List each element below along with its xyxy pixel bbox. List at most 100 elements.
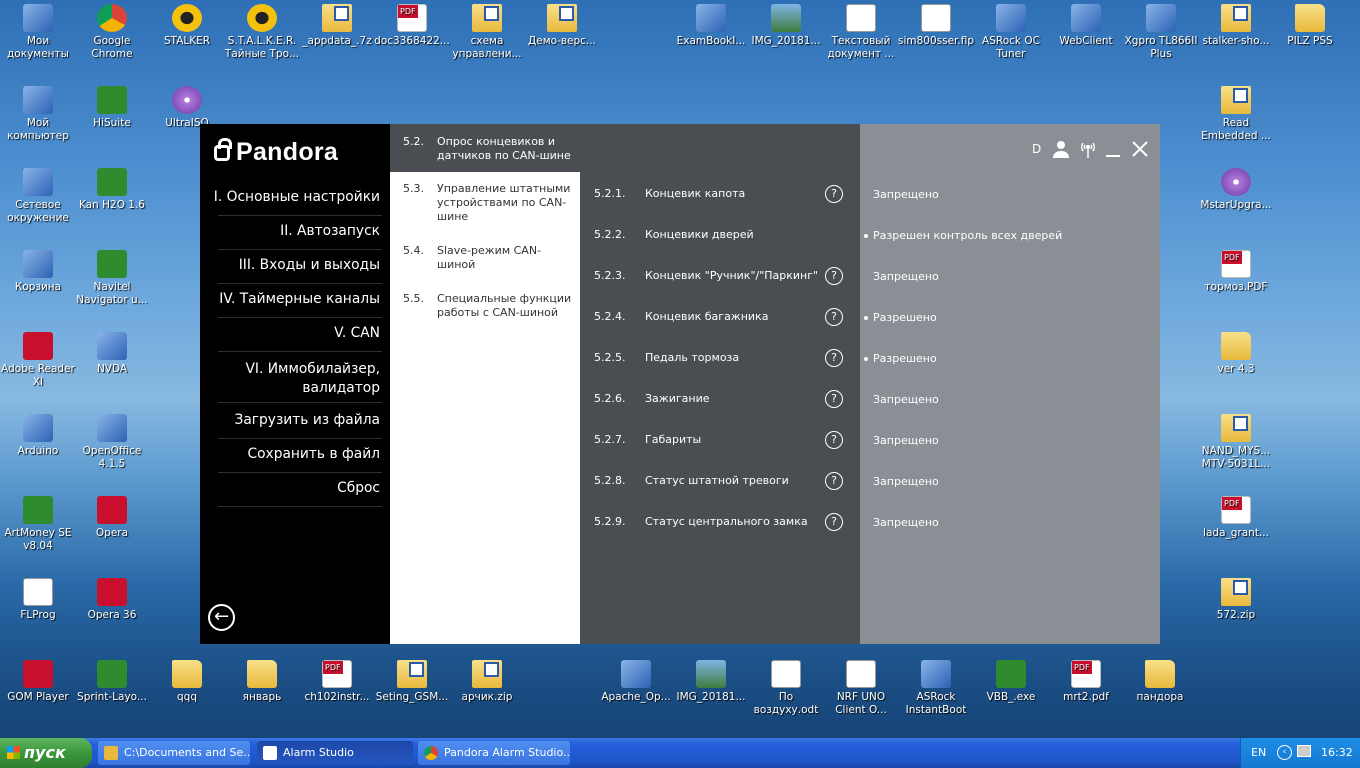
desktop-icon[interactable]: Xgpro TL866II Plus [1123,0,1199,80]
desktop-icon[interactable]: ExamBookI... [673,0,749,80]
menu-item-9[interactable]: Сброс [337,479,380,498]
menu-item-3[interactable]: III. Входы и выходы [239,256,380,275]
desktop-icon[interactable]: 572.zip [1198,574,1274,654]
desktop-icon[interactable]: Apache_Op... [598,656,674,736]
minimize-icon[interactable] [1105,140,1121,158]
param-value[interactable]: Запрещено [873,434,939,447]
desktop-icon[interactable]: NAND_MYS... MTV-5031L... [1198,410,1274,490]
desktop-icon[interactable]: арчик.zip [449,656,525,736]
param-value[interactable]: Разрешено [873,352,937,365]
menu-item-7[interactable]: Загрузить из файла [234,411,380,430]
clock[interactable]: 16:32 [1321,746,1353,759]
desktop-icon[interactable]: PILZ PSS [1272,0,1348,80]
desktop-icon[interactable]: Демо-верс... [524,0,600,80]
desktop-icon[interactable]: FLProg [0,574,76,654]
menu-item-6[interactable]: VI. Иммобилайзер, валидатор [230,360,380,398]
help-icon[interactable]: ? [825,185,843,203]
desktop-icon[interactable]: тормоз.PDF [1198,246,1274,326]
desktop-icon[interactable]: IMG_20181... [748,0,824,80]
param-value[interactable]: Разрешено [873,311,937,324]
desktop-icon[interactable]: Kan H2O 1.6 [74,164,150,244]
desktop-icon[interactable]: VBB_.exe [973,656,1049,736]
desktop-icon[interactable]: Мой компьютер [0,82,76,162]
tray-monitor-icon[interactable] [1297,745,1311,757]
desktop-icon[interactable]: Navitel Navigator u... [74,246,150,326]
taskbar-button[interactable]: Pandora Alarm Studio... [418,741,570,765]
menu-item-8[interactable]: Сохранить в файл [247,445,380,464]
desktop-icon[interactable]: Opera 36 [74,574,150,654]
desktop-icon[interactable]: ASRock InstantBoot [898,656,974,736]
desktop-icon[interactable]: ver 4.3 [1198,328,1274,408]
param-value[interactable]: Запрещено [873,188,939,201]
desktop-icon[interactable]: STALKER [149,0,225,80]
desktop-icon[interactable]: mrt2.pdf [1048,656,1124,736]
desktop-icon-label: Opera [95,527,129,539]
desktop-icon[interactable]: Google Chrome [74,0,150,80]
taskbar-button[interactable]: C:\Documents and Se... [98,741,250,765]
desktop-icon[interactable]: S.T.A.L.K.E.R. Тайные Тро... [224,0,300,80]
desktop-icon-label: WebClient [1059,35,1113,47]
close-icon[interactable] [1131,140,1149,158]
desktop-icon[interactable]: Adobe Reader XI [0,328,76,408]
help-icon[interactable]: ? [825,308,843,326]
user-icon[interactable] [1052,140,1070,158]
desktop-icon[interactable]: NRF UNO Client O... [823,656,899,736]
mode-indicator[interactable]: D [1032,142,1041,156]
help-icon[interactable]: ? [825,472,843,490]
desktop-icon[interactable]: ArtMoney SE v8.04 [0,492,76,572]
desktop-icon[interactable]: ASRock OC Tuner [973,0,1049,80]
back-arrow-icon[interactable]: ← [208,604,235,631]
menu-divider [218,351,382,352]
desktop-icon[interactable]: Seting_GSM... [374,656,450,736]
desktop-icon[interactable]: NVDA [74,328,150,408]
desktop-icon[interactable]: stalker-sho... [1198,0,1274,80]
help-icon[interactable]: ? [825,513,843,531]
help-icon[interactable]: ? [825,390,843,408]
taskbar-button[interactable]: Alarm Studio [257,741,413,765]
help-icon[interactable]: ? [825,431,843,449]
menu-item-1[interactable]: I. Основные настройки [214,188,380,207]
desktop-icon[interactable]: Сетевое окружение [0,164,76,244]
desktop-icon[interactable]: doc3368422... [374,0,450,80]
desktop-icon[interactable]: Arduino [0,410,76,490]
tray-arrow-icon[interactable]: ‹ [1277,745,1292,760]
desktop-icon[interactable]: январь [224,656,300,736]
desktop-icon[interactable]: OpenOffice 4.1.5 [74,410,150,490]
param-value[interactable]: Запрещено [873,393,939,406]
help-icon[interactable]: ? [825,349,843,367]
desktop-icon[interactable]: IMG_20181... [673,656,749,736]
taskbar-button-label: Pandora Alarm Studio... [444,746,570,759]
param-value[interactable]: Запрещено [873,270,939,283]
language-indicator[interactable]: EN [1251,746,1266,759]
desktop-icon[interactable]: Мои документы [0,0,76,80]
desktop-icon[interactable]: WebClient [1048,0,1124,80]
desktop-icon[interactable]: qqq [149,656,225,736]
desktop-icon[interactable]: По воздуху.odt [748,656,824,736]
desktop-icon[interactable]: GOM Player [0,656,76,736]
desktop-icon[interactable]: Текстовый документ ... [823,0,899,80]
start-button[interactable]: пуск [0,738,92,768]
connection-icon[interactable] [1079,140,1097,158]
desktop-icon[interactable]: lada_grant... [1198,492,1274,572]
desktop-icon[interactable]: MstarUpgra... [1198,164,1274,244]
menu-item-2[interactable]: II. Автозапуск [280,222,380,241]
disc-icon [1221,168,1251,196]
desktop-icon[interactable]: Opera [74,492,150,572]
desktop-icon[interactable]: sim800sser.flp [898,0,974,80]
desktop-icon[interactable]: Sprint-Layo... [74,656,150,736]
param-value[interactable]: Разрешен контроль всех дверей [873,229,1062,242]
desktop-icon[interactable]: схема управлени... [449,0,525,80]
desktop-icon[interactable]: Read Embedded ... [1198,82,1274,162]
desktop-icon[interactable]: HiSuite [74,82,150,162]
desktop-icon[interactable]: _appdata_.7z [299,0,375,80]
param-value[interactable]: Запрещено [873,475,939,488]
menu-item-4[interactable]: IV. Таймерные каналы [219,290,380,309]
menu-item-5[interactable]: V. CAN [334,324,380,343]
param-value[interactable]: Запрещено [873,516,939,529]
current-section-header: 5.2. Опрос концевиков и датчиков по CAN-… [390,124,580,172]
desktop-icon[interactable]: ch102instr... [299,656,375,736]
help-icon[interactable]: ? [825,267,843,285]
desktop-icon[interactable]: Корзина [0,246,76,326]
desktop-icon[interactable]: пандора [1122,656,1198,736]
archive-icon [322,4,352,32]
